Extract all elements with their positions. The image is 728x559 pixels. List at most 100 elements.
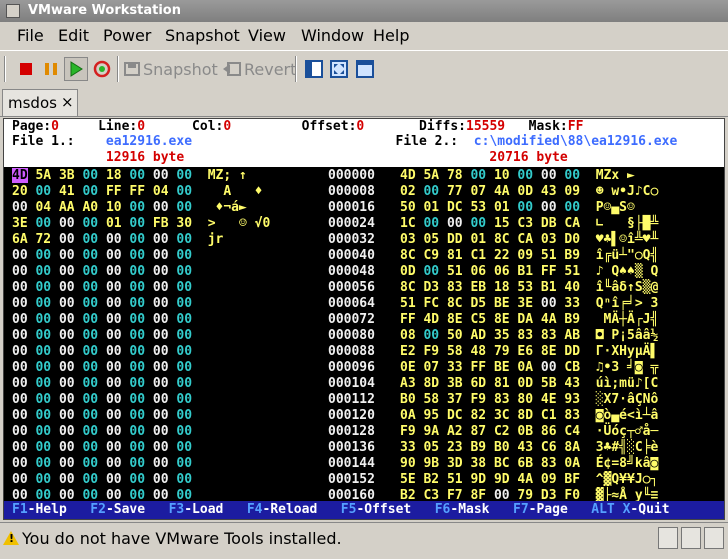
file1-hex: 00 [176, 168, 193, 183]
byte-space [439, 376, 447, 391]
file2-ascii: ∟ §├█╩ [595, 216, 659, 231]
network-icon[interactable] [658, 527, 678, 549]
menu-window[interactable]: Window [301, 26, 364, 45]
offset-value: 000088 [328, 344, 375, 359]
offset-cell: 000040 [328, 248, 375, 264]
sidebar-toggle-button[interactable] [302, 57, 326, 81]
byte-space [439, 264, 447, 279]
byte-space [145, 312, 153, 327]
file1-hex: 00 [129, 392, 146, 407]
menu-file[interactable]: File [17, 26, 44, 45]
tab-msdos[interactable]: msdos × [2, 89, 78, 116]
file2-hex: 77 [446, 184, 463, 199]
snapshot-button[interactable]: Snapshot [124, 57, 218, 81]
file1-hex: 00 [152, 376, 169, 391]
byte-space [533, 168, 541, 183]
file1-hex: 00 [176, 440, 193, 455]
function-key-line: F1-Help F2-Save F3-Load F4-Reload F5-Off… [12, 502, 670, 518]
header-text: 15559 [466, 119, 506, 134]
file2-ascii: î╔ü┴"○Q╣ [595, 248, 659, 263]
byte-space [533, 280, 541, 295]
menu-view[interactable]: View [248, 26, 286, 45]
file2-hex: DC [446, 200, 463, 215]
file2-hex: 43 [517, 440, 534, 455]
file1-hex: 00 [129, 408, 146, 423]
suspend-button[interactable] [39, 57, 63, 81]
file1-ascii: A ♦ [207, 184, 271, 199]
file1-ascii [208, 360, 271, 375]
offset-value: 000048 [328, 264, 375, 279]
quick-switch-button[interactable] [353, 57, 377, 81]
byte-space [486, 456, 494, 471]
file1-hex: 72 [35, 232, 52, 247]
file1-row: 00 00 00 00 00 00 00 00 [12, 344, 270, 360]
file2-hex: 58 [446, 344, 463, 359]
file1-hex: 00 [129, 376, 146, 391]
file1-hex: 00 [82, 216, 99, 231]
file2-row: 8C D3 83 EB 18 53 B1 40 î╙âδ↑S▒@ [400, 280, 658, 296]
display-icon[interactable] [704, 527, 724, 549]
file2-ascii: ♥♣▌☺î╩♥╨ [595, 232, 659, 247]
offset-value: 000000 [328, 168, 375, 183]
byte-space [98, 264, 106, 279]
byte-space [533, 296, 541, 311]
power-off-button[interactable] [14, 57, 38, 81]
menu-snapshot[interactable]: Snapshot [165, 26, 240, 45]
file1-hex: 00 [82, 392, 99, 407]
file1-ascii [208, 440, 271, 455]
byte-space [439, 232, 447, 247]
file2-hex: 50 [400, 200, 416, 215]
revert-button[interactable]: Revert [223, 57, 296, 81]
file1-ascii: > ☺ √0 [207, 216, 271, 231]
file1-row: 00 00 00 00 00 00 00 00 [12, 392, 270, 408]
byte-space [51, 280, 59, 295]
byte-space [486, 296, 494, 311]
file2-hex: 9A [423, 424, 440, 439]
file1-hex: FF [129, 184, 146, 199]
file2-hex: 9D [493, 472, 510, 487]
vm-console[interactable]: Page:0 Line:0 Col:0 Offset:0 Diffs:15559… [3, 118, 725, 520]
byte-space [533, 248, 541, 263]
file2-hex: 23 [446, 440, 463, 455]
file1-row: 6A 72 00 00 00 00 00 00 jr [12, 232, 270, 248]
byte-space [533, 184, 541, 199]
byte-space [439, 424, 447, 439]
file2-hex: 33 [446, 360, 463, 375]
byte-space [533, 392, 541, 407]
file2-ascii: Γ·XHyµÄ▌ [595, 344, 659, 359]
file2-hex: 0A [564, 456, 581, 471]
byte-space [533, 312, 541, 327]
file1-hex: 00 [82, 296, 99, 311]
power-on-button[interactable] [64, 57, 88, 81]
full-screen-button[interactable] [327, 57, 351, 81]
file2-row: 1C 00 00 00 15 C3 DB CA ∟ §├█╩ [400, 216, 658, 232]
byte-space [145, 168, 153, 183]
file2-hex: B9 [564, 312, 581, 327]
file2-hex: 8C [400, 248, 416, 263]
byte-space [98, 424, 106, 439]
file2-hex: 80 [517, 392, 534, 407]
file2-hex: 00 [540, 168, 557, 183]
file1-hex: 00 [176, 296, 193, 311]
menu-power[interactable]: Power [103, 26, 151, 45]
file2-hex: 01 [493, 200, 510, 215]
offset-value: 000008 [328, 184, 375, 199]
fkey-name: F5 [340, 502, 357, 517]
close-tab-icon[interactable]: × [61, 93, 74, 111]
file2-ascii: ☻ w•J♪C○ [595, 184, 659, 199]
menu-edit[interactable]: Edit [58, 26, 89, 45]
file2-hex: 05 [423, 232, 440, 247]
disk-icon[interactable] [681, 527, 701, 549]
file1-hex: 00 [105, 232, 122, 247]
file2-hex: B9 [564, 248, 581, 263]
byte-space [486, 248, 494, 263]
menu-help[interactable]: Help [373, 26, 409, 45]
file2-hex: 05 [423, 440, 440, 455]
byte-space [439, 296, 447, 311]
file2-hex: 0E [400, 360, 416, 375]
reset-button[interactable] [90, 57, 114, 81]
file1-hex: 01 [105, 216, 122, 231]
